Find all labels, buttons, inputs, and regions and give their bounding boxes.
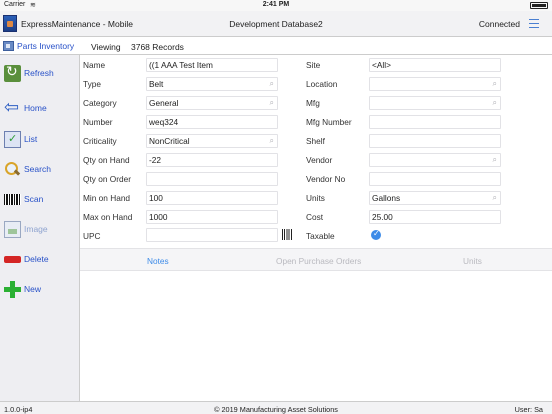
cost-label: Cost (306, 212, 324, 222)
name-label: Name (83, 60, 106, 70)
location-field[interactable] (369, 77, 501, 91)
delete-button[interactable]: Delete (4, 249, 49, 269)
part-detail-form: Name ((1 AAA Test Item Type Belt Categor… (80, 55, 552, 401)
delete-label: Delete (24, 254, 49, 264)
module-bar: Parts Inventory Viewing 3768 Records (0, 37, 552, 55)
cost-field[interactable]: 25.00 (369, 210, 501, 224)
image-label: Image (24, 224, 48, 234)
upc-label: UPC (83, 231, 101, 241)
image-button[interactable]: Image (4, 219, 48, 239)
qty-on-hand-label: Qty on Hand (83, 155, 130, 165)
min-on-hand-label: Min on Hand (83, 193, 131, 203)
mfg-field[interactable] (369, 96, 501, 110)
vendor-no-field[interactable] (369, 172, 501, 186)
number-field[interactable]: weq324 (146, 115, 278, 129)
refresh-button[interactable]: Refresh (4, 63, 54, 83)
category-field[interactable]: General (146, 96, 278, 110)
hamburger-menu-icon[interactable] (529, 19, 539, 28)
upc-field[interactable] (146, 228, 278, 242)
delete-icon (4, 251, 21, 268)
units-field[interactable]: Gallons (369, 191, 501, 205)
number-label: Number (83, 117, 113, 127)
type-field[interactable]: Belt (146, 77, 278, 91)
location-label: Location (306, 79, 338, 89)
image-icon (4, 220, 21, 238)
back-arrow-icon (4, 97, 21, 118)
mfg-label: Mfg (306, 98, 320, 108)
plus-icon (4, 280, 21, 298)
category-label: Category (83, 98, 117, 108)
detail-tabbar: Notes Open Purchase Orders Units (80, 248, 552, 271)
units-label: Units (306, 193, 325, 203)
app-footer: 1.0.0-ip4 © 2019 Manufacturing Asset Sol… (0, 401, 552, 414)
search-button[interactable]: Search (4, 159, 51, 179)
parts-inventory-tab[interactable]: Parts Inventory (3, 40, 74, 52)
database-name: Development Database2 (229, 19, 323, 29)
action-sidebar: Refresh Home List Search Scan Image Dele… (0, 55, 80, 401)
shelf-label: Shelf (306, 136, 325, 146)
max-on-hand-label: Max on Hand (83, 212, 133, 222)
list-button[interactable]: List (4, 129, 37, 149)
home-label: Home (24, 103, 47, 113)
min-on-hand-field[interactable]: 100 (146, 191, 278, 205)
criticality-field[interactable]: NonCritical (146, 134, 278, 148)
vendor-no-label: Vendor No (306, 174, 346, 184)
qty-on-order-field[interactable] (146, 172, 278, 186)
module-title: Parts Inventory (17, 41, 75, 51)
shelf-field[interactable] (369, 134, 501, 148)
refresh-label: Refresh (24, 68, 54, 78)
current-user: User: Sa (514, 405, 543, 414)
copyright-text: © 2019 Manufacturing Asset Solutions (214, 405, 338, 414)
site-label: Site (306, 60, 321, 70)
qty-on-hand-field[interactable]: -22 (146, 153, 278, 167)
max-on-hand-field[interactable]: 1000 (146, 210, 278, 224)
qty-on-order-label: Qty on Order (83, 174, 131, 184)
app-header: ExpressMaintenance - Mobile Development … (0, 11, 552, 37)
refresh-icon (4, 64, 21, 82)
vendor-label: Vendor (306, 155, 333, 165)
taxable-label: Taxable (306, 231, 335, 241)
barcode-icon (4, 193, 21, 205)
new-button[interactable]: New (4, 279, 41, 299)
checklist-icon (4, 130, 21, 148)
ios-status-bar: Carrier ≋ 2:41 PM (0, 0, 552, 11)
vendor-field[interactable] (369, 153, 501, 167)
battery-icon (530, 2, 548, 9)
mfg-number-label: Mfg Number (306, 117, 352, 127)
magnifier-icon (4, 161, 21, 178)
type-label: Type (83, 79, 101, 89)
home-button[interactable]: Home (4, 97, 47, 118)
connection-status: Connected (478, 19, 520, 29)
tab-units[interactable]: Units (463, 256, 482, 266)
new-label: New (24, 284, 42, 294)
scan-label: Scan (24, 194, 44, 204)
tab-notes[interactable]: Notes (147, 256, 169, 266)
tab-open-purchase-orders[interactable]: Open Purchase Orders (276, 256, 361, 266)
parts-inventory-icon (3, 41, 14, 51)
criticality-label: Criticality (83, 136, 117, 146)
record-count: 3768 Records (131, 42, 184, 52)
mfg-number-field[interactable] (369, 115, 501, 129)
site-field[interactable]: <All> (369, 58, 501, 72)
name-field[interactable]: ((1 AAA Test Item (146, 58, 278, 72)
upc-barcode-scan-icon[interactable] (282, 229, 293, 240)
clock: 2:41 PM (262, 1, 290, 8)
list-label: List (24, 134, 38, 144)
taxable-checkbox[interactable] (371, 229, 381, 240)
viewing-label: Viewing (91, 42, 121, 52)
search-label: Search (24, 164, 51, 174)
scan-button[interactable]: Scan (4, 189, 43, 209)
